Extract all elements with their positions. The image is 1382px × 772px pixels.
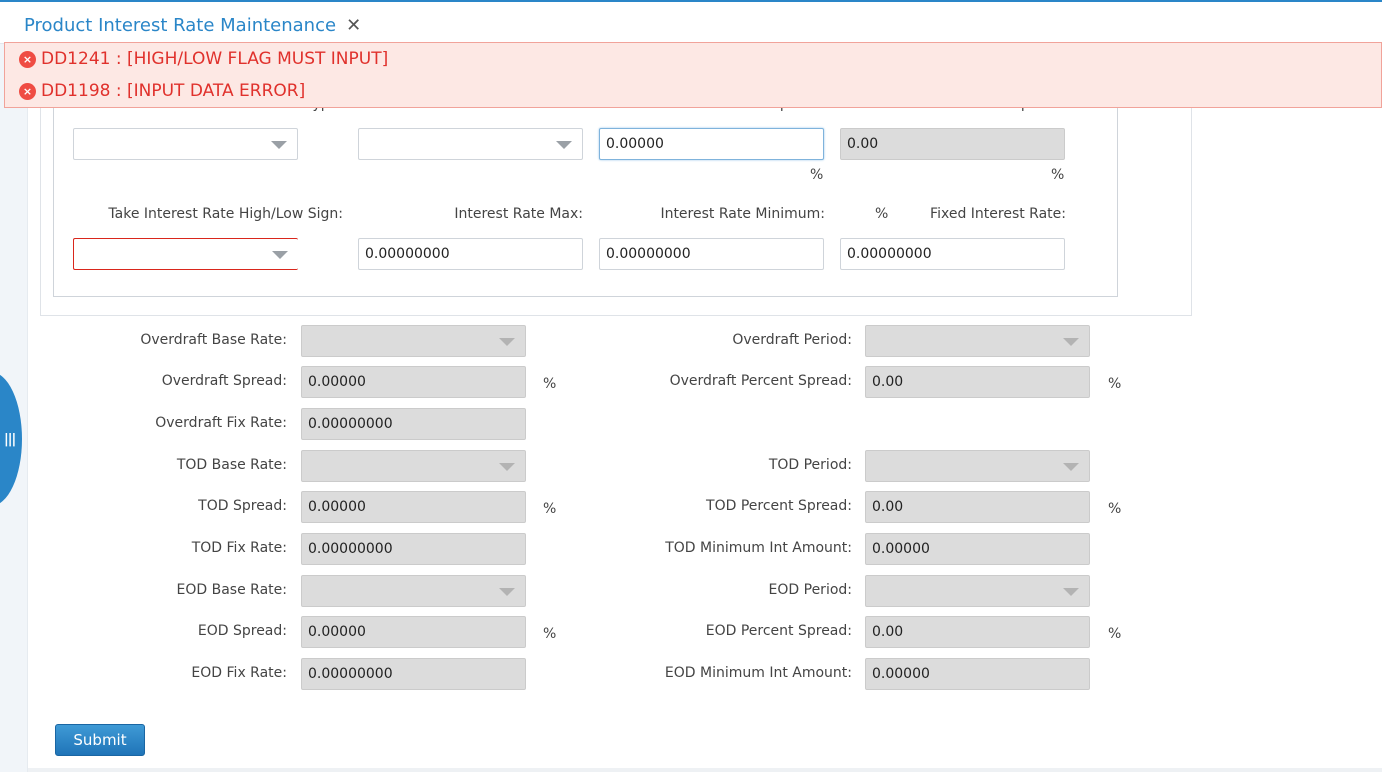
- tod-base-rate-select[interactable]: [301, 450, 526, 482]
- chevron-down-icon: [499, 463, 515, 471]
- label-overdraft-base-rate: Overdraft Base Rate:: [140, 332, 287, 348]
- label-eod-period: EOD Period:: [768, 582, 852, 598]
- percent-unit: %: [875, 206, 889, 222]
- percent-spread-input[interactable]: 0.00: [840, 128, 1065, 160]
- label-fixed-interest-rate: Fixed Interest Rate:: [930, 206, 1066, 222]
- tod-percent-spread-input[interactable]: 0.00: [865, 491, 1090, 523]
- chevron-down-icon: [499, 588, 515, 596]
- percent-unit: %: [1108, 376, 1122, 392]
- error-line: × DD1198 : [INPUT DATA ERROR]: [19, 79, 305, 103]
- label-tod-fix-rate: TOD Fix Rate:: [191, 540, 287, 556]
- label-eod-percent-spread: EOD Percent Spread:: [705, 623, 852, 639]
- chevron-down-icon: [499, 338, 515, 346]
- tod-fix-rate-input[interactable]: 0.00000000: [301, 533, 526, 565]
- eod-minimum-int-amount-input[interactable]: 0.00000: [865, 658, 1090, 690]
- tab-title: Product Interest Rate Maintenance: [24, 14, 337, 36]
- error-line: × DD1241 : [HIGH/LOW FLAG MUST INPUT]: [19, 47, 388, 71]
- tab-bar: Product Interest Rate Maintenance ✕: [0, 2, 1382, 44]
- label-interest-rate-minimum: Interest Rate Minimum:: [660, 206, 825, 222]
- error-message-box: × DD1241 : [HIGH/LOW FLAG MUST INPUT] × …: [4, 42, 1382, 108]
- overdraft-percent-spread-input[interactable]: 0.00: [865, 366, 1090, 398]
- label-tod-minimum-int-amount: TOD Minimum Int Amount:: [665, 540, 852, 556]
- chevron-down-icon: [556, 141, 572, 149]
- percent-unit: %: [1051, 167, 1065, 183]
- bottom-border: [28, 768, 1382, 772]
- menu-bars-icon: |||: [4, 432, 16, 447]
- overdraft-base-rate-select[interactable]: [301, 325, 526, 357]
- eod-base-rate-select[interactable]: [301, 575, 526, 607]
- percent-unit: %: [1108, 626, 1122, 642]
- label-eod-spread: EOD Spread:: [197, 623, 287, 639]
- label-high-low-sign: Take Interest Rate High/Low Sign:: [108, 206, 343, 222]
- error-icon: ×: [19, 82, 36, 100]
- tod-minimum-int-amount-input[interactable]: 0.00000: [865, 533, 1090, 565]
- label-tod-spread: TOD Spread:: [198, 498, 287, 514]
- label-tod-period: TOD Period:: [768, 457, 852, 473]
- label-overdraft-period: Overdraft Period:: [732, 332, 852, 348]
- eod-percent-spread-input[interactable]: 0.00: [865, 616, 1090, 648]
- overdraft-fix-rate-input[interactable]: 0.00000000: [301, 408, 526, 440]
- overdraft-period-select[interactable]: [865, 325, 1090, 357]
- close-icon[interactable]: ✕: [346, 15, 361, 36]
- percent-unit: %: [1108, 501, 1122, 517]
- chevron-down-icon: [272, 251, 288, 259]
- chevron-down-icon: [1063, 588, 1079, 596]
- label-overdraft-fix-rate: Overdraft Fix Rate:: [155, 415, 287, 431]
- interest-rate-max-input[interactable]: 0.00000000: [358, 238, 583, 270]
- term-select[interactable]: [358, 128, 583, 160]
- eod-spread-input[interactable]: 0.00000: [301, 616, 526, 648]
- label-tod-base-rate: TOD Base Rate:: [176, 457, 287, 473]
- chevron-down-icon: [1063, 338, 1079, 346]
- fixed-interest-rate-input[interactable]: 0.00000000: [840, 238, 1065, 270]
- interest-rate-type-select[interactable]: [73, 128, 298, 160]
- percent-unit: %: [543, 501, 557, 517]
- percent-unit: %: [810, 167, 824, 183]
- high-low-sign-select[interactable]: [73, 238, 298, 270]
- percent-unit: %: [543, 376, 557, 392]
- label-eod-fix-rate: EOD Fix Rate:: [191, 665, 287, 681]
- tod-period-select[interactable]: [865, 450, 1090, 482]
- unit-spread-input[interactable]: 0.00000: [599, 128, 824, 160]
- eod-period-select[interactable]: [865, 575, 1090, 607]
- chevron-down-icon: [271, 141, 287, 149]
- label-interest-rate-max: Interest Rate Max:: [454, 206, 583, 222]
- overdraft-spread-input[interactable]: 0.00000: [301, 366, 526, 398]
- tab-product-interest-rate[interactable]: Product Interest Rate Maintenance ✕: [12, 6, 374, 44]
- error-icon: ×: [19, 50, 36, 68]
- label-tod-percent-spread: TOD Percent Spread:: [706, 498, 852, 514]
- label-eod-base-rate: EOD Base Rate:: [176, 582, 287, 598]
- error-text: DD1241 : [HIGH/LOW FLAG MUST INPUT]: [41, 49, 389, 69]
- label-overdraft-percent-spread: Overdraft Percent Spread:: [669, 373, 852, 389]
- label-overdraft-spread: Overdraft Spread:: [161, 373, 287, 389]
- chevron-down-icon: [1063, 463, 1079, 471]
- interest-rate-minimum-input[interactable]: 0.00000000: [599, 238, 824, 270]
- label-eod-minimum-int-amount: EOD Minimum Int Amount:: [664, 665, 852, 681]
- submit-button[interactable]: Submit: [55, 724, 145, 756]
- eod-fix-rate-input[interactable]: 0.00000000: [301, 658, 526, 690]
- error-text: DD1198 : [INPUT DATA ERROR]: [41, 81, 306, 101]
- percent-unit: %: [543, 626, 557, 642]
- tod-spread-input[interactable]: 0.00000: [301, 491, 526, 523]
